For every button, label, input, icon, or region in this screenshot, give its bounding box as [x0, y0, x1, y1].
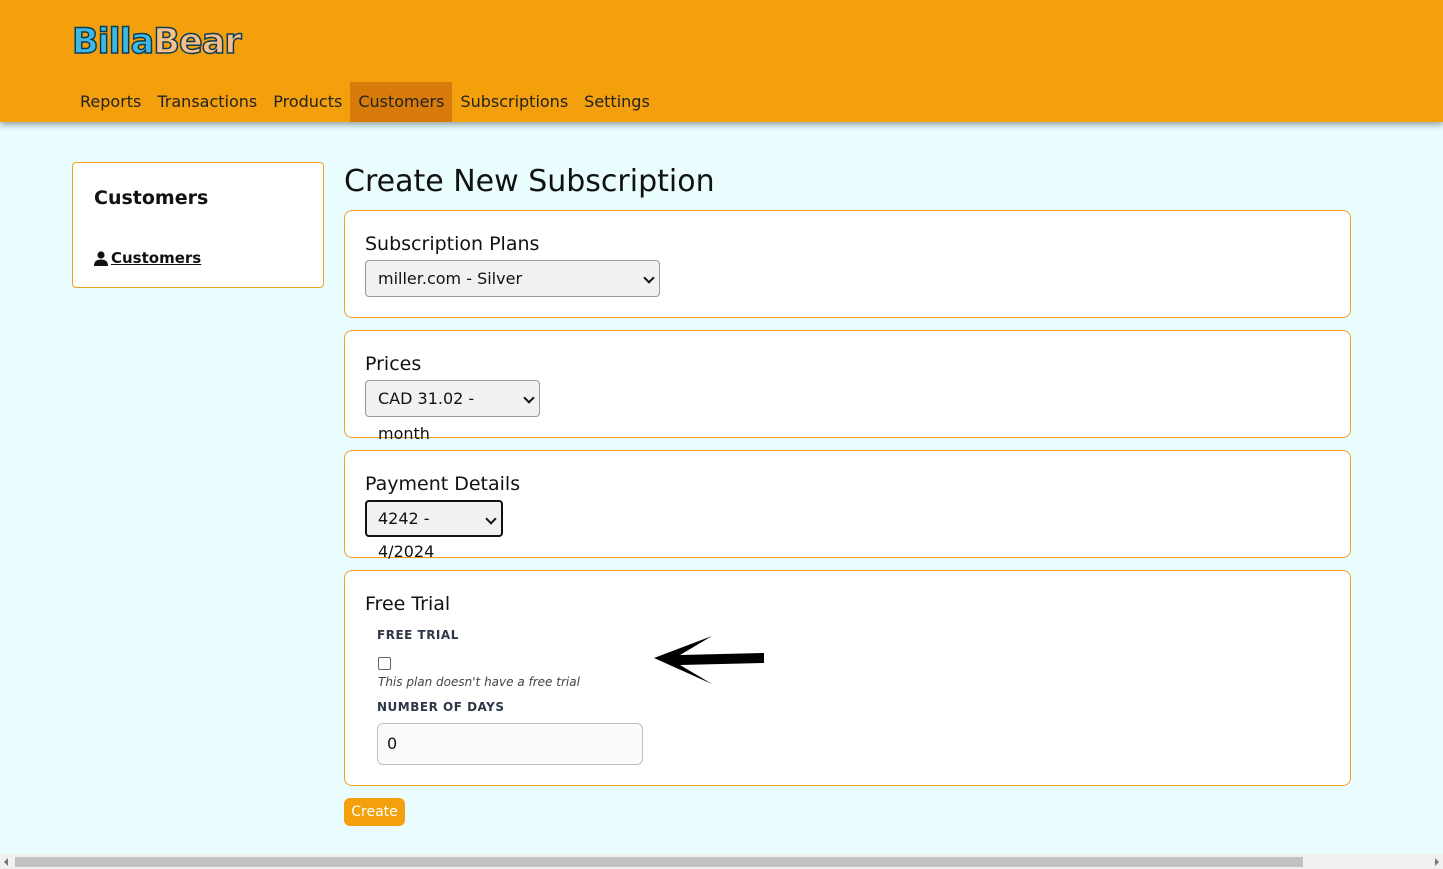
sidebar-item-customers[interactable]: Customers: [94, 249, 201, 267]
free-trial-card: Free Trial FREE TRIAL This plan doesn't …: [344, 570, 1351, 786]
scrollbar-thumb[interactable]: [15, 857, 1303, 867]
chevron-down-icon: [643, 272, 655, 284]
price-select[interactable]: CAD 31.02 - month: [365, 380, 540, 443]
chevron-down-icon: [523, 392, 535, 404]
nav-customers[interactable]: Customers: [350, 82, 453, 122]
scroll-right-icon[interactable]: [1435, 858, 1439, 866]
number-of-days-input[interactable]: 0: [377, 723, 643, 765]
sidebar-title: Customers: [94, 187, 209, 209]
top-header: BillaBear Reports Transactions Products …: [0, 0, 1443, 122]
page-title: Create New Subscription: [344, 164, 715, 199]
sidebar: Customers Customers: [72, 162, 324, 288]
free-trial-field-label: FREE TRIAL: [377, 628, 459, 642]
annotation-arrow-icon: [654, 636, 764, 684]
payment-details-value: 4242 - 4/2024: [378, 509, 435, 561]
create-button[interactable]: Create: [344, 798, 405, 826]
scroll-left-icon[interactable]: [4, 858, 8, 866]
price-value: CAD 31.02 - month: [378, 389, 475, 443]
main-nav: Reports Transactions Products Customers …: [72, 82, 658, 122]
subscription-plan-select[interactable]: miller.com - Silver: [365, 260, 660, 297]
user-icon: [94, 250, 108, 266]
free-trial-section-label: Free Trial: [365, 593, 451, 615]
payment-details-select[interactable]: 4242 - 4/2024: [365, 500, 503, 561]
payment-details-label: Payment Details: [365, 473, 521, 495]
sidebar-item-label: Customers: [111, 249, 202, 267]
subscription-plan-value: miller.com - Silver: [378, 269, 523, 288]
nav-subscriptions[interactable]: Subscriptions: [452, 82, 576, 122]
prices-card: Prices CAD 31.02 - month: [344, 330, 1351, 443]
subscription-plans-card: Subscription Plans miller.com - Silver: [344, 210, 1351, 318]
subscription-plans-label: Subscription Plans: [365, 233, 540, 255]
free-trial-checkbox[interactable]: [378, 657, 391, 670]
horizontal-scrollbar[interactable]: [0, 854, 1443, 869]
number-of-days-label: NUMBER OF DAYS: [377, 700, 505, 714]
billabear-logo[interactable]: BillaBear: [71, 21, 242, 63]
chevron-down-icon: [485, 513, 497, 525]
nav-transactions[interactable]: Transactions: [149, 82, 265, 122]
nav-settings[interactable]: Settings: [576, 82, 658, 122]
payment-details-card: Payment Details 4242 - 4/2024: [344, 450, 1351, 561]
prices-label: Prices: [365, 353, 422, 375]
nav-reports[interactable]: Reports: [72, 82, 149, 122]
nav-products[interactable]: Products: [265, 82, 350, 122]
free-trial-hint: This plan doesn't have a free trial: [378, 675, 580, 689]
